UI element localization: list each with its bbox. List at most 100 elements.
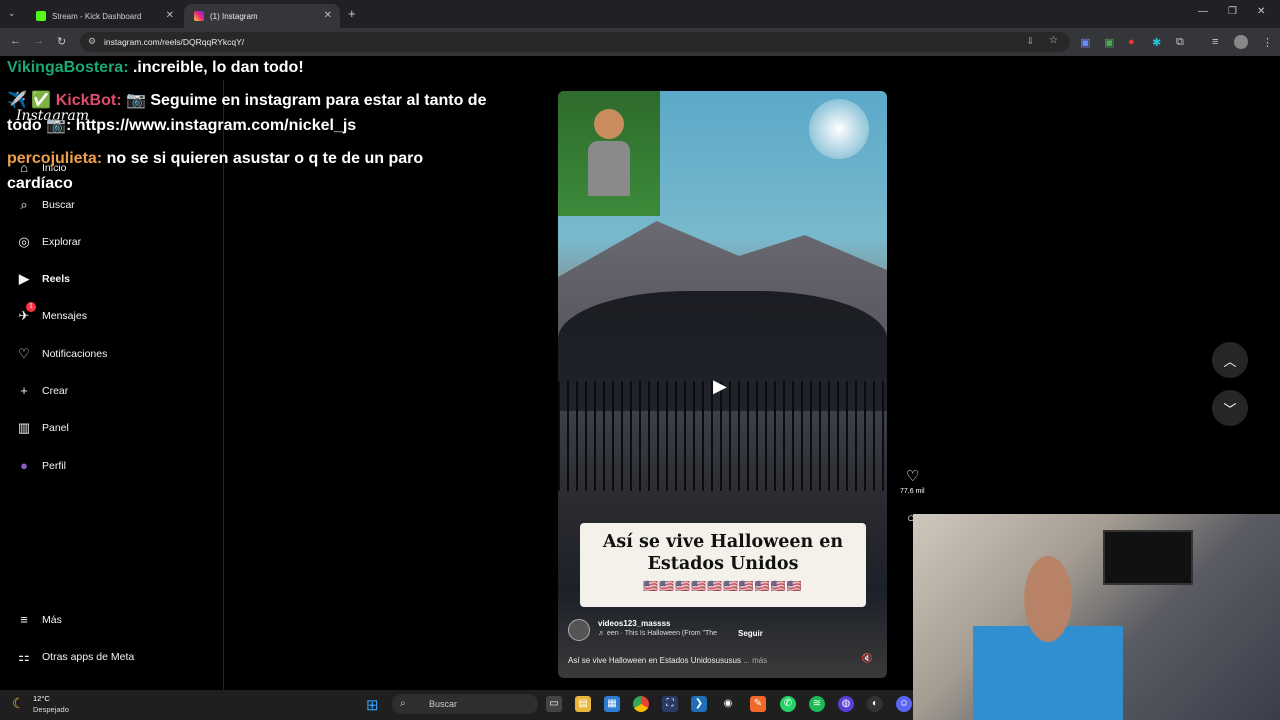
- sidebar-item-reels[interactable]: ▶ Reels: [16, 271, 70, 287]
- sidebar-item-label: Más: [42, 613, 62, 626]
- tab-label: Stream - Kick Dashboard: [52, 11, 142, 21]
- close-tab-icon[interactable]: ✕: [166, 10, 174, 21]
- author-username[interactable]: videos123_massss: [598, 619, 671, 628]
- whatsapp-icon[interactable]: ✆: [780, 696, 796, 712]
- profile-avatar[interactable]: [1234, 35, 1248, 49]
- avatar-head: [594, 109, 624, 139]
- new-tab-icon[interactable]: +: [348, 6, 356, 21]
- audio-track[interactable]: ♬ een · This Is Halloween (From "The: [598, 630, 717, 637]
- bookmark-star-icon[interactable]: ☆: [1049, 35, 1058, 46]
- file-explorer-icon[interactable]: ▤: [575, 696, 591, 712]
- sidebar-item-panel[interactable]: ▥ Panel: [16, 420, 69, 436]
- search-icon: ⌕: [400, 698, 406, 709]
- mute-icon[interactable]: 🔇: [862, 653, 873, 664]
- previous-reel-button[interactable]: ︿: [1212, 342, 1248, 378]
- app-icon[interactable]: ⛶: [662, 696, 678, 712]
- chrome-icon[interactable]: [633, 696, 649, 712]
- windows-start-icon[interactable]: ⊞: [366, 696, 379, 714]
- sidebar-item-meta-apps[interactable]: ⚏ Otras apps de Meta: [16, 649, 134, 665]
- store-icon[interactable]: ▦: [604, 696, 620, 712]
- site-info-icon[interactable]: ⚙: [88, 36, 96, 47]
- sidebar-item-label: Perfil: [42, 459, 66, 472]
- spotify-icon[interactable]: ≋: [809, 696, 825, 712]
- reel-caption-card: Así se vive Halloween en Estados Unidos …: [580, 523, 866, 607]
- translate-extension-icon[interactable]: ▣: [1080, 36, 1090, 49]
- tab-instagram[interactable]: (1) Instagram ✕: [184, 4, 340, 28]
- chevron-up-icon: ︿: [1223, 353, 1237, 369]
- sidebar-item-label: Buscar: [42, 199, 75, 211]
- github-icon[interactable]: ◉: [720, 696, 736, 712]
- extension-icon[interactable]: ▣: [1104, 36, 1114, 49]
- sidebar-item-label: Explorar: [42, 236, 82, 248]
- apps-grid-icon: ⚏: [18, 649, 30, 664]
- sidebar-item-notificaciones[interactable]: ♡ Notificaciones: [16, 346, 107, 362]
- task-view-icon[interactable]: ▭: [546, 696, 562, 712]
- obs-icon[interactable]: ◐: [867, 696, 883, 712]
- extension-icon[interactable]: ●: [1128, 36, 1135, 48]
- close-window-icon[interactable]: ✕: [1257, 6, 1265, 17]
- install-app-icon[interactable]: ⇩: [1026, 36, 1034, 47]
- extension-icon[interactable]: ✱: [1152, 36, 1161, 49]
- author-avatar[interactable]: [568, 619, 590, 641]
- description-text: Así se vive Halloween en Estados Unidosu…: [568, 656, 741, 665]
- sidebar-item-crear[interactable]: + Crear: [16, 383, 68, 398]
- tab-label: (1) Instagram: [210, 11, 258, 21]
- app-icon[interactable]: ✎: [750, 696, 766, 712]
- reading-list-icon[interactable]: ≡: [1212, 36, 1218, 48]
- reel-video[interactable]: ▶ Así se vive Halloween en Estados Unido…: [558, 91, 887, 678]
- menu-icon: ≡: [20, 612, 28, 627]
- sidebar-item-label: Otras apps de Meta: [42, 651, 135, 663]
- tab-kick-dashboard[interactable]: Stream - Kick Dashboard ✕: [26, 4, 182, 28]
- weather-condition[interactable]: Despejado: [33, 705, 69, 714]
- weather-temperature[interactable]: 12°C: [33, 694, 50, 703]
- search-icon: ⌕: [20, 197, 28, 212]
- sidebar-item-buscar[interactable]: ⌕ Buscar: [16, 197, 75, 213]
- sidebar-item-label: Crear: [42, 384, 69, 397]
- play-icon[interactable]: ▶: [713, 376, 727, 397]
- caption-line: Estados Unidos: [647, 554, 799, 574]
- more-link[interactable]: ... más: [743, 656, 767, 665]
- tab-search-chevron-icon[interactable]: ⌄: [8, 8, 16, 19]
- compass-icon: ◎: [18, 234, 30, 249]
- sidebar-item-mensajes[interactable]: ✈ 1 Mensajes: [16, 302, 87, 324]
- app-icon[interactable]: ◍: [838, 696, 854, 712]
- taskbar-search[interactable]: ⌕ Buscar: [392, 694, 538, 714]
- forward-icon[interactable]: →: [33, 35, 44, 47]
- chat-text: cardíaco: [7, 175, 73, 192]
- weather-moon-icon[interactable]: ☾: [12, 695, 25, 712]
- back-icon[interactable]: ←: [10, 35, 21, 47]
- sidebar-item-label: Notificaciones: [42, 348, 108, 360]
- follow-button[interactable]: Seguir: [738, 629, 763, 638]
- reload-icon[interactable]: ↻: [57, 35, 66, 48]
- avatar-icon: ●: [20, 458, 28, 473]
- heart-icon: ♡: [18, 346, 30, 361]
- extensions-puzzle-icon[interactable]: ⧉: [1176, 36, 1184, 49]
- discord-icon[interactable]: ☺: [896, 696, 912, 712]
- next-reel-button[interactable]: ﹀: [1212, 390, 1248, 426]
- us-flags: 🇺🇸🇺🇸🇺🇸🇺🇸🇺🇸🇺🇸🇺🇸🇺🇸🇺🇸🇺🇸: [643, 579, 803, 593]
- instagram-icon: [194, 11, 204, 21]
- chat-badges: ✈️ ✅: [7, 92, 52, 109]
- reels-icon: ▶: [19, 271, 29, 286]
- chat-username: percojulieta:: [7, 150, 103, 167]
- kick-icon: [36, 11, 46, 21]
- chat-text: todo: [7, 117, 42, 134]
- sidebar-item-perfil[interactable]: ● Perfil: [16, 458, 66, 473]
- like-icon[interactable]: ♡: [906, 467, 919, 485]
- sidebar-item-mas[interactable]: ≡ Más: [16, 612, 62, 627]
- sidebar-item-label: Mensajes: [42, 310, 87, 322]
- url-text: instagram.com/reels/DQRqqRYkcqY/: [104, 37, 245, 47]
- browser-menu-icon[interactable]: ⋮: [1262, 36, 1273, 49]
- chat-message: VikingaBostera: .increible, lo dan todo!: [7, 55, 304, 80]
- sun-glare: [809, 99, 869, 159]
- minimize-icon[interactable]: —: [1198, 6, 1208, 17]
- reel-description[interactable]: Así se vive Halloween en Estados Unidosu…: [568, 656, 767, 665]
- chat-text: .increible, lo dan todo!: [132, 59, 304, 76]
- maximize-icon[interactable]: ❐: [1228, 6, 1237, 17]
- chat-username: VikingaBostera:: [7, 59, 129, 76]
- vscode-icon[interactable]: ❯: [691, 696, 707, 712]
- close-tab-icon[interactable]: ✕: [324, 10, 332, 21]
- sidebar-item-explorar[interactable]: ◎ Explorar: [16, 234, 81, 250]
- notification-badge: 1: [26, 302, 36, 312]
- address-bar[interactable]: ⚙ instagram.com/reels/DQRqqRYkcqY/ ⇩ ☆: [80, 32, 1070, 52]
